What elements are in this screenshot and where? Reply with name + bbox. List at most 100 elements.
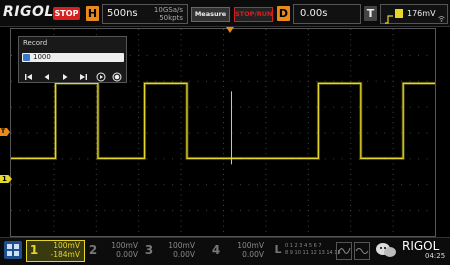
grid-dot <box>61 158 63 160</box>
horizontal-key[interactable]: H <box>86 6 99 21</box>
grid-dot <box>223 230 224 232</box>
record-frame-input[interactable]: 1000 <box>22 53 124 62</box>
grid-dot <box>392 101 394 103</box>
delay-key[interactable]: D <box>277 6 290 21</box>
grid-dot <box>239 132 241 134</box>
grid-dot <box>155 54 157 56</box>
frame-icon <box>23 54 30 61</box>
grid-dot <box>172 184 174 186</box>
grid-dot <box>307 91 309 93</box>
delay-panel[interactable]: 0.00s <box>293 4 361 24</box>
logic-channels[interactable]: 0 1 2 3 4 5 6 7 8 9 10 11 12 13 14 15 <box>285 243 341 257</box>
grid-dot <box>392 96 394 98</box>
skip-start-icon[interactable] <box>24 67 34 80</box>
grid-dot <box>392 220 394 222</box>
sample-info: 10GSa/s 50kpts <box>154 6 183 22</box>
horizontal-panel[interactable]: 500ns 10GSa/s 50kpts <box>102 4 188 24</box>
grid-dot <box>214 184 216 186</box>
grid-dot <box>70 158 72 160</box>
grid-dot <box>138 184 140 186</box>
grid-dot <box>180 60 182 62</box>
grid-dot <box>70 210 72 212</box>
grid-dot <box>223 204 224 206</box>
grid-dot <box>189 210 191 212</box>
grid-dot <box>180 194 182 196</box>
grid-dot <box>384 80 386 82</box>
grid-dot <box>197 132 199 134</box>
grid-dot <box>129 80 131 82</box>
measure-button[interactable]: Measure <box>191 7 230 22</box>
ch1-number[interactable]: 1 <box>28 242 40 258</box>
grid-dot <box>27 210 29 212</box>
grid-dot <box>265 137 267 139</box>
trigger-key[interactable]: T <box>364 6 377 21</box>
grid-dot <box>350 220 352 222</box>
grid-dot <box>350 60 352 62</box>
ch4-scale: 100mV <box>237 241 264 250</box>
record-frame-value: 1000 <box>33 53 51 61</box>
grid-dot <box>223 194 224 196</box>
grid-dot <box>392 179 394 181</box>
grid-dot <box>223 189 224 191</box>
grid-dot <box>197 54 199 56</box>
grid-dot <box>418 106 420 108</box>
grid-dot <box>265 44 267 46</box>
grid-dot <box>265 122 267 124</box>
brand-logo: RIGOL <box>3 4 54 20</box>
ch2-values[interactable]: 100mV 0.00V <box>100 241 138 259</box>
math-wave-icon[interactable] <box>336 242 352 260</box>
trigger-panel[interactable]: 176mV <box>380 4 448 24</box>
step-forward-icon[interactable] <box>78 67 88 80</box>
ref-wave-icon[interactable] <box>354 242 370 260</box>
grid-dot <box>265 65 267 67</box>
grid-dot <box>163 158 165 160</box>
grid-dot <box>273 80 275 82</box>
run-status-badge[interactable]: STOP <box>53 7 80 20</box>
play-icon[interactable] <box>60 67 70 80</box>
grid-dot <box>180 168 182 170</box>
grid-dot <box>223 96 224 98</box>
grid-dot <box>256 132 258 134</box>
grid-dot <box>358 80 360 82</box>
grid-dot <box>418 80 420 82</box>
grid-dot <box>367 106 369 108</box>
grid-dot <box>350 106 352 108</box>
grid-dot <box>180 225 182 227</box>
grid-dot <box>163 184 165 186</box>
grid-dot <box>53 225 55 227</box>
apps-grid-button[interactable] <box>4 241 22 259</box>
grid-dot <box>350 75 352 77</box>
ch3-values[interactable]: 100mV 0.00V <box>157 241 195 259</box>
grid-dot <box>223 39 224 41</box>
grid-dot <box>367 54 369 56</box>
grid-dot <box>223 91 224 93</box>
grid-dot <box>53 163 55 165</box>
grid-dot <box>350 127 352 129</box>
stop-record-icon[interactable] <box>112 67 122 82</box>
stop-run-button[interactable]: STOP/RUN <box>234 7 273 22</box>
ch3-number[interactable]: 3 <box>143 242 155 258</box>
grid-dot <box>350 194 352 196</box>
grid-dot <box>350 65 352 67</box>
grid-dot <box>358 54 360 56</box>
grid-dot <box>248 132 250 134</box>
grid-dot <box>350 111 352 113</box>
grid-dot <box>256 80 258 82</box>
step-back-icon[interactable] <box>42 67 52 80</box>
grid-dot <box>307 116 309 118</box>
grid-dot <box>239 106 241 108</box>
grid-dot <box>223 168 224 170</box>
logic-key[interactable]: L <box>272 242 284 258</box>
grid-dot <box>282 80 284 82</box>
grid-dot <box>341 80 343 82</box>
ch2-number[interactable]: 2 <box>87 242 99 258</box>
grid-dot <box>223 111 224 113</box>
trigger-level-marker[interactable]: T <box>0 128 10 136</box>
record-icon[interactable] <box>96 67 106 82</box>
grid-dot <box>418 158 420 160</box>
grid-dot <box>392 39 394 41</box>
grid-dot <box>324 184 326 186</box>
ch4-values[interactable]: 100mV 0.00V <box>222 241 264 259</box>
ch4-number[interactable]: 4 <box>210 242 222 258</box>
grid-dot <box>223 215 224 217</box>
